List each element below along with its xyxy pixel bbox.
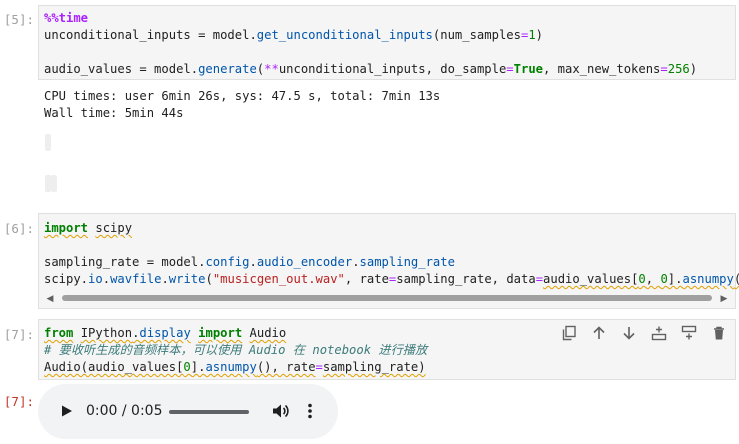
inline-code xyxy=(45,134,51,151)
code-attribute: wavfile xyxy=(110,272,162,286)
markdown-paragraph-output-format xyxy=(45,134,51,151)
arrow-down-icon[interactable] xyxy=(620,324,638,342)
cell-5-output-cpu-times: CPU times: user 6min 26s, sys: 47.5 s, t… xyxy=(44,89,441,103)
audio-player[interactable]: 0:00 / 0:05 xyxy=(38,384,338,439)
audio-progress-track[interactable] xyxy=(169,410,249,414)
code-text: scipy. xyxy=(44,272,89,286)
scrollbar-thumb[interactable] xyxy=(62,295,712,301)
code-attribute: config xyxy=(205,255,250,269)
code-attribute: io xyxy=(88,272,103,286)
code-text: . xyxy=(352,255,360,269)
code-function: asnumpy xyxy=(682,272,734,286)
code-number: 0 xyxy=(183,360,191,374)
code-keyword: import xyxy=(44,221,89,235)
code-operator: = xyxy=(535,272,544,286)
code-text: audio_values[ xyxy=(543,272,639,286)
horizontal-scrollbar[interactable]: ◀ ▶ xyxy=(43,292,731,304)
code-text: (), rate xyxy=(256,360,316,374)
code-comment: # 要收听生成的音频样本，可以使用 Audio 在 notebook 进行播放 xyxy=(44,343,428,357)
code-text: ) xyxy=(535,28,543,42)
cell-6-prompt: [6]: xyxy=(3,221,34,236)
code-attribute: audio_encoder xyxy=(256,255,353,269)
cell-7-prompt: [7]: xyxy=(3,327,34,342)
code-string: "musicgen_out.wav" xyxy=(212,272,345,286)
cell-5-output-wall-time: Wall time: 5min 44s xyxy=(44,106,184,120)
code-text: . xyxy=(102,272,111,286)
scroll-left-arrow-icon[interactable]: ◀ xyxy=(45,292,55,304)
code-cell-6-source[interactable]: import scipy sampling_rate = model.confi… xyxy=(44,220,739,288)
code-text: ( xyxy=(205,272,213,286)
code-number: 0 xyxy=(660,272,668,286)
code-number: 0 xyxy=(638,272,646,286)
code-name: Audio xyxy=(249,326,287,340)
more-options-icon[interactable] xyxy=(306,402,314,420)
code-text: , xyxy=(645,272,661,286)
audio-time-display: 0:00 / 0:05 xyxy=(86,403,163,419)
cell-toolbar xyxy=(560,324,728,342)
code-cell-6[interactable]: import scipy sampling_rate = model.confi… xyxy=(38,213,739,309)
code-text: unconditional_inputs, do_sample xyxy=(278,62,507,76)
code-module: IPython xyxy=(80,326,133,340)
duplicate-icon[interactable] xyxy=(560,324,578,342)
code-text: (num_samples xyxy=(432,28,521,42)
code-cell-7-source[interactable]: from IPython.display import Audio # 要收听生… xyxy=(44,325,427,376)
code-text: ()) xyxy=(734,272,739,286)
code-cell-5-source[interactable]: %%time unconditional_inputs = model.get_… xyxy=(44,10,697,78)
code-keyword: True xyxy=(513,62,543,76)
code-text: sampling_rate) xyxy=(322,360,426,374)
code-text: Audio(audio_values[ xyxy=(44,360,184,374)
code-keyword: from xyxy=(44,326,74,340)
volume-icon[interactable] xyxy=(271,402,289,420)
code-function: generate xyxy=(198,62,257,76)
code-text: ]. xyxy=(667,272,683,286)
code-text: ]. xyxy=(190,360,206,374)
code-text: , rate xyxy=(344,272,389,286)
code-text: sampling_rate = model. xyxy=(44,255,206,269)
insert-below-icon[interactable] xyxy=(680,324,698,342)
code-number: 1 xyxy=(528,28,536,42)
code-text: ) xyxy=(689,62,698,76)
delete-icon[interactable] xyxy=(710,324,728,342)
code-function: get_unconditional_inputs xyxy=(256,28,433,42)
inline-code xyxy=(51,175,57,192)
code-number: 256 xyxy=(667,62,690,76)
play-icon[interactable] xyxy=(58,403,74,419)
code-function: write xyxy=(168,272,206,286)
code-operator: = xyxy=(660,62,668,76)
code-keyword: import xyxy=(198,326,243,340)
markdown-paragraph-save-file xyxy=(45,175,57,192)
code-module: display xyxy=(139,326,191,340)
code-operator: = xyxy=(506,62,514,76)
code-text: , max_new_tokens xyxy=(543,62,661,76)
scroll-right-arrow-icon[interactable]: ▶ xyxy=(719,292,729,304)
code-text: sampling_rate, data xyxy=(396,272,536,286)
code-operator: ** xyxy=(264,62,279,76)
insert-above-icon[interactable] xyxy=(650,324,668,342)
code-text: . xyxy=(249,255,257,269)
code-function: asnumpy xyxy=(205,360,257,374)
code-operator: = xyxy=(315,360,323,374)
code-text: audio_values = model. xyxy=(44,62,199,76)
code-text: . xyxy=(161,272,169,286)
output-7-prompt: [7]: xyxy=(3,394,34,409)
code-cell-5[interactable]: %%time unconditional_inputs = model.get_… xyxy=(38,5,736,80)
code-text: unconditional_inputs = model. xyxy=(44,28,257,42)
arrow-up-icon[interactable] xyxy=(590,324,608,342)
cell-5-prompt: [5]: xyxy=(3,12,34,27)
magic-command: %%time xyxy=(44,11,89,25)
code-module: scipy xyxy=(95,221,133,235)
code-attribute: sampling_rate xyxy=(359,255,455,269)
